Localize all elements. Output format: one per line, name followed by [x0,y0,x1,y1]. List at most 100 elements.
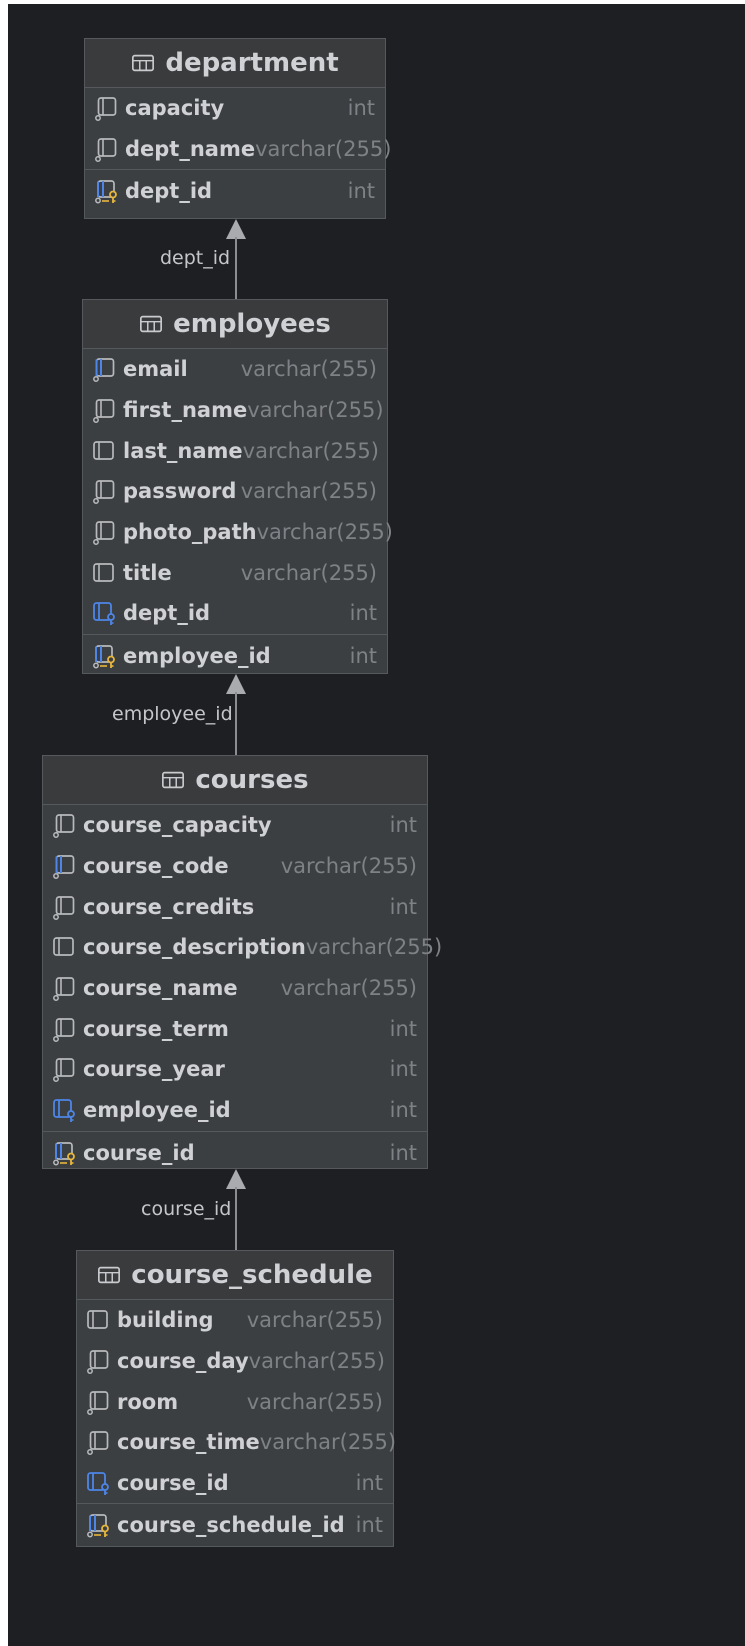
column-row[interactable]: dept_id int [83,593,387,634]
column-name: course_day [117,1349,249,1374]
nullable-column-icon [87,1310,108,1330]
primary-key-icon [87,1514,109,1538]
column-name: employee_id [123,643,271,668]
column-icon [53,977,75,1002]
column-icon [95,138,117,162]
column-row[interactable]: course_name varchar(255) [43,968,427,1009]
table-department[interactable]: department capacity int dept_name varchar(2… [84,38,391,219]
relation-label: dept_id [160,247,231,269]
column-type: varchar(255) [256,520,393,545]
column-icon [87,1390,109,1415]
column-type: int [389,1057,417,1082]
table-header[interactable]: employees [83,300,387,349]
table-employees[interactable]: employees email varchar(255) first_name var… [82,299,393,677]
column-name: course_id [83,1140,195,1165]
relation-arrowhead [226,219,246,239]
column-name: dept_id [123,601,211,626]
column-type: int [347,179,375,204]
primary-key-icon [95,180,117,204]
nullable-column-icon [53,937,74,957]
column-icon [95,97,117,122]
diagram-canvas: department capacity int dept_name varchar(2… [8,4,745,1646]
column-type: int [389,894,417,919]
table-title: department [165,48,339,78]
column-name: title [123,560,172,585]
column-type: varchar(255) [242,438,379,463]
column-row[interactable]: course_code varchar(255) [43,846,427,887]
column-name: course_id [117,1471,229,1496]
column-row[interactable]: password varchar(255) [83,471,387,512]
column-row[interactable]: title varchar(255) [83,552,387,593]
primary-key-row[interactable]: dept_id int [85,169,385,212]
column-name: dept_name [125,137,256,162]
column-type: int [347,96,375,121]
column-type: varchar(255) [280,976,417,1001]
column-name: course_capacity [83,813,272,838]
column-row[interactable]: course_description varchar(255) [43,927,442,968]
column-row[interactable]: course_time varchar(255) [77,1422,397,1463]
column-name: last_name [123,438,243,463]
column-name: email [123,357,188,382]
column-type: varchar(255) [240,560,377,585]
column-type: int [355,1513,383,1538]
column-icon [93,480,115,505]
column-row[interactable]: course_capacity int [43,805,427,846]
table-header[interactable]: course_schedule [77,1251,393,1300]
column-name: course_code [83,854,229,879]
table-header[interactable]: department [85,39,385,88]
column-row[interactable]: dept_name varchar(255) [85,129,391,170]
table-course-schedule[interactable]: course_schedule building varchar(255) cour… [76,1250,397,1547]
column-row[interactable]: course_id int [77,1463,393,1504]
column-type: varchar(255) [246,1389,383,1414]
primary-key-row[interactable]: employee_id int [83,633,387,677]
column-row[interactable]: email varchar(255) [83,349,387,390]
column-type: varchar(255) [246,1308,383,1333]
column-icon [53,1058,75,1083]
primary-key-row[interactable]: course_id int [43,1130,427,1174]
column-list: building varchar(255) course_day varchar(25… [77,1300,397,1546]
table-icon [140,315,163,333]
relation-label: course_id [141,1198,232,1220]
column-row[interactable]: capacity int [85,88,385,129]
column-icon [53,814,75,839]
nullable-column-icon [93,440,114,460]
column-name: room [117,1389,179,1414]
column-type: int [389,1140,417,1165]
column-row[interactable]: employee_id int [43,1090,427,1131]
relation-line [235,1187,237,1250]
nullable-column-icon [93,562,114,582]
column-name: course_credits [83,894,255,919]
table-icon [162,771,185,789]
column-type: int [389,813,417,838]
column-row[interactable]: first_name varchar(255) [83,390,387,431]
primary-key-icon [93,644,115,669]
column-name: course_year [83,1057,225,1082]
column-row[interactable]: building varchar(255) [77,1300,393,1341]
column-name: course_description [83,935,306,960]
primary-key-row[interactable]: course_schedule_id int [77,1503,393,1546]
column-icon [53,895,75,920]
column-row[interactable]: photo_path varchar(255) [83,512,393,553]
column-type: varchar(255) [259,1430,397,1455]
column-type: int [355,1471,383,1496]
column-row[interactable]: room varchar(255) [77,1381,393,1422]
relation-line [235,237,237,299]
column-type: int [349,601,377,626]
table-title: course_schedule [131,1260,373,1290]
table-title: courses [195,765,309,795]
column-row[interactable]: last_name varchar(255) [83,430,387,471]
column-row[interactable]: course_credits int [43,886,427,927]
column-name: course_name [83,976,238,1001]
column-icon [93,399,115,423]
column-type: varchar(255) [280,854,417,879]
column-name: course_schedule_id [117,1513,345,1538]
column-row[interactable]: course_term int [43,1008,427,1049]
column-row[interactable]: course_day varchar(255) [77,1341,393,1382]
column-icon [93,521,115,546]
table-header[interactable]: courses [43,756,427,805]
column-icon [87,1431,109,1456]
column-name: building [117,1308,214,1333]
foreign-key-icon [87,1472,109,1496]
column-row[interactable]: course_year int [43,1049,427,1090]
table-courses[interactable]: courses course_capacity int course_code var… [42,755,442,1169]
